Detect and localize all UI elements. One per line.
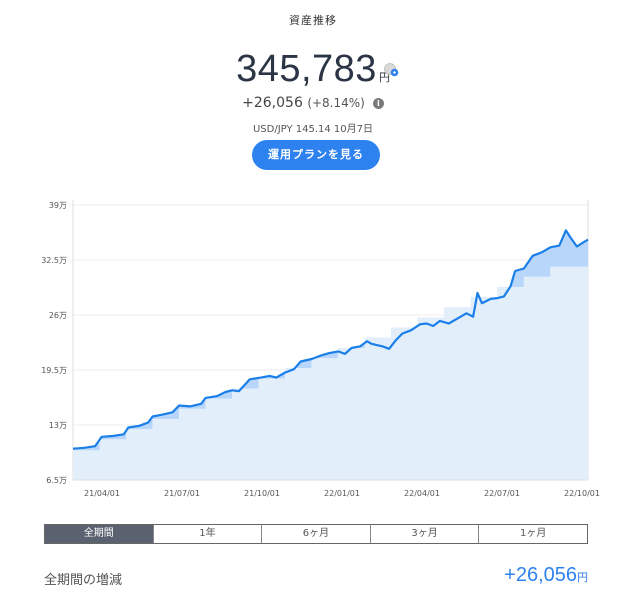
gain-percent: (+8.14%) [307,96,365,110]
info-icon[interactable]: i [372,97,384,109]
tab-period-4[interactable]: 1ヶ月 [479,525,587,543]
globe-badge-icon[interactable] [383,62,399,78]
page-title: 資産推移 [289,14,337,27]
tab-period-3[interactable]: 3ヶ月 [370,525,480,543]
x-tick-label: 22/07/01 [484,489,520,498]
view-plan-button[interactable]: 運用プランを見る [252,140,380,170]
gain-amount: +26,056 [242,95,303,111]
summary-value: +26,056円 [504,564,588,587]
asset-chart: 6.5万 13万 19.5万 26万 32.5万 39万 21/04/01 21/07/01 2… [41,200,600,498]
y-tick-label: 13万 [49,421,67,430]
x-tick-label: 22/04/01 [404,489,440,498]
summary-amount: +26,056 [504,564,577,586]
tab-period-0[interactable]: 全期間 [45,525,154,543]
x-tick-label: 22/01/01 [324,489,360,498]
y-tick-label: 39万 [49,201,67,210]
y-tick-label: 19.5万 [41,366,67,375]
x-tick-label: 21/07/01 [164,489,200,498]
gain-summary: +26,056 (+8.14%) i [0,95,626,111]
y-tick-label: 32.5万 [41,256,67,265]
fx-rate: USD/JPY 145.14 10月7日 [252,124,374,135]
x-tick-label: 21/04/01 [84,489,120,498]
x-tick-label: 21/10/01 [244,489,280,498]
balance-amount: 345,783 [236,48,377,90]
summary-unit: 円 [577,572,588,584]
tab-period-2[interactable]: 6ヶ月 [262,525,371,543]
principal-area [73,266,588,480]
period-tabs: 全期間 1年 6ヶ月 3ヶ月 1ヶ月 [44,524,588,544]
tab-period-1[interactable]: 1年 [153,525,263,543]
y-tick-label: 6.5万 [46,476,67,485]
summary-label: 全期間の増減 [44,573,123,588]
x-tick-label: 22/10/01 [564,489,600,498]
y-tick-label: 26万 [49,311,67,320]
total-balance: 345,783 円 [0,48,626,91]
